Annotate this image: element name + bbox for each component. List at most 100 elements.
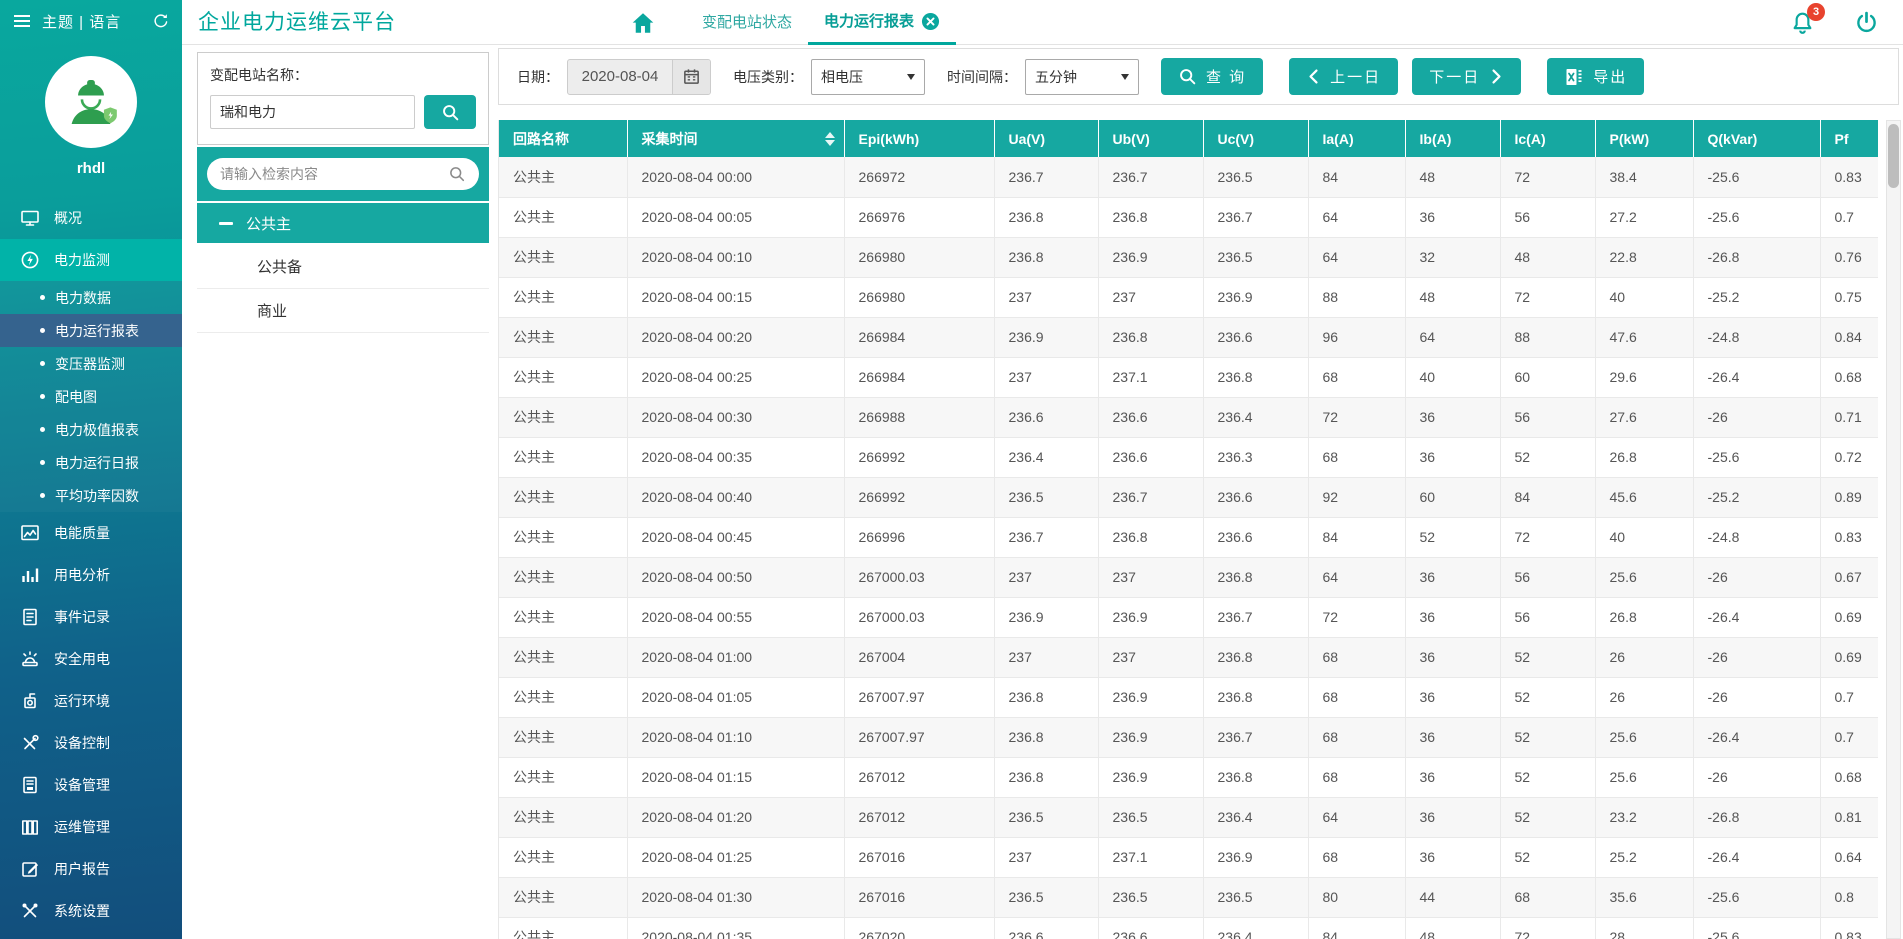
column-header-[interactable]: 采集时间 [627,120,844,157]
report-table: 回路名称采集时间Epi(kWh)Ua(V)Ub(V)Uc(V)Ia(A)Ib(A… [499,120,1878,939]
bell-icon[interactable]: 3 [1789,9,1816,36]
tab-power-report[interactable]: 电力运行报表 [808,0,956,45]
avatar[interactable] [45,56,137,148]
table-row[interactable]: 公共主2020-08-04 01:10267007.97236.8236.923… [499,717,1878,757]
sidebar-item-power-quality[interactable]: 电能质量 [0,512,182,554]
sidebar-item-electricity-analysis[interactable]: 用电分析 [0,554,182,596]
table-cell: 64 [1308,557,1405,597]
station-search-button[interactable] [424,95,476,129]
table-cell: 236.4 [1203,917,1308,939]
table-row[interactable]: 公共主2020-08-04 01:30267016236.5236.5236.5… [499,877,1878,917]
sidebar-item-transformer-monitoring[interactable]: 变压器监测 [0,347,182,380]
table-cell: 236.8 [1098,197,1203,237]
calendar-icon[interactable] [672,60,710,94]
table-cell: 0.68 [1820,757,1878,797]
table-row[interactable]: 公共主2020-08-04 01:20267012236.5236.5236.4… [499,797,1878,837]
table-row[interactable]: 公共主2020-08-04 01:35267020236.6236.6236.4… [499,917,1878,939]
tab-station-status[interactable]: 变配电站状态 [686,0,808,45]
table-row[interactable]: 公共主2020-08-04 00:30266988236.6236.6236.4… [499,397,1878,437]
export-button[interactable]: 导出 [1547,58,1644,95]
sidebar-item-power-report[interactable]: 电力运行报表 [0,314,182,347]
table-cell: 84 [1308,917,1405,939]
sidebar-item-power-data[interactable]: 电力数据 [0,281,182,314]
search-icon[interactable] [448,165,466,183]
sidebar-item-power-extreme-report[interactable]: 电力极值报表 [0,413,182,446]
table-row[interactable]: 公共主2020-08-04 00:50267000.03237237236.86… [499,557,1878,597]
close-tab-icon[interactable] [921,12,940,31]
tree-search-input[interactable] [220,166,440,182]
tab-bar: 变配电站状态 电力运行报表 [630,0,956,45]
tree-search-band [197,147,489,201]
sidebar-item-user-report[interactable]: 用户报告 [0,848,182,890]
sidebar-item-label: 概况 [54,208,82,228]
table-cell: 72 [1500,517,1595,557]
bars-icon [20,565,40,585]
table-row[interactable]: 公共主2020-08-04 00:45266996236.7236.8236.6… [499,517,1878,557]
table-row[interactable]: 公共主2020-08-04 01:05267007.97236.8236.923… [499,677,1878,717]
date-picker[interactable]: 2020-08-04 [567,59,711,95]
prev-day-button[interactable]: 上一日 [1289,58,1398,95]
table-cell: 236.8 [1098,517,1203,557]
station-name-input[interactable] [210,95,415,129]
table-cell: 40 [1595,517,1693,557]
query-button[interactable]: 查 询 [1161,58,1263,95]
scrollbar-thumb[interactable] [1888,124,1899,188]
bolt-icon [20,250,40,270]
voltage-type-select[interactable]: 相电压 [811,59,925,95]
sidebar-item-overview[interactable]: 概况 [0,197,182,239]
sidebar-item-system-settings[interactable]: 系统设置 [0,890,182,932]
table-row[interactable]: 公共主2020-08-04 01:25267016237237.1236.968… [499,837,1878,877]
table-cell: 52 [1500,437,1595,477]
chevron-right-icon [1489,68,1504,85]
table-cell: 267020 [844,917,994,939]
tree-node-public-main[interactable]: 公共主 [197,201,489,245]
table-cell: 267016 [844,877,994,917]
table-row[interactable]: 公共主2020-08-04 00:40266992236.5236.7236.6… [499,477,1878,517]
sidebar-item-device-control[interactable]: 设备控制 [0,722,182,764]
table-row[interactable]: 公共主2020-08-04 00:35266992236.4236.6236.3… [499,437,1878,477]
excel-icon [1564,67,1584,87]
table-cell: 68 [1500,877,1595,917]
tree-node-public-backup[interactable]: 公共备 [197,245,489,289]
table-cell: 公共主 [499,677,627,717]
table-row[interactable]: 公共主2020-08-04 00:05266976236.8236.8236.7… [499,197,1878,237]
theme-language-switch[interactable]: 主题 | 语言 [42,11,142,32]
sidebar-item-power-monitoring[interactable]: 电力监测 [0,239,182,281]
tree-node-commercial[interactable]: 商业 [197,289,489,333]
interval-select[interactable]: 五分钟 [1025,59,1139,95]
table-cell: 267007.97 [844,717,994,757]
sort-icon[interactable] [825,132,835,146]
table-row[interactable]: 公共主2020-08-04 00:25266984237237.1236.868… [499,357,1878,397]
home-icon[interactable] [630,10,656,36]
sidebar-item-safe-electricity[interactable]: 安全用电 [0,638,182,680]
table-row[interactable]: 公共主2020-08-04 00:15266980237237236.98848… [499,277,1878,317]
table-row[interactable]: 公共主2020-08-04 00:00266972236.7236.7236.5… [499,157,1878,197]
hamburger-icon[interactable] [12,11,32,31]
table-cell: 236.6 [994,397,1098,437]
table-scrollbar[interactable] [1886,120,1901,939]
sidebar-item-distribution-diagram[interactable]: 配电图 [0,380,182,413]
table-row[interactable]: 公共主2020-08-04 00:20266984236.9236.8236.6… [499,317,1878,357]
sidebar-item-event-log[interactable]: 事件记录 [0,596,182,638]
refresh-icon[interactable] [152,12,170,30]
collapse-icon[interactable] [219,222,233,225]
column-header-iaa: Ia(A) [1308,120,1405,157]
table-cell: 266988 [844,397,994,437]
power-off-icon[interactable] [1854,10,1879,35]
next-day-button[interactable]: 下一日 [1412,58,1521,95]
sidebar-item-ops-management[interactable]: 运维管理 [0,806,182,848]
sidebar-item-power-daily-report[interactable]: 电力运行日报 [0,446,182,479]
sidebar-item-avg-power-factor[interactable]: 平均功率因数 [0,479,182,512]
sidebar-item-label: 电力运行报表 [55,321,139,341]
table-row[interactable]: 公共主2020-08-04 00:55267000.03236.9236.923… [499,597,1878,637]
table-cell: 26.8 [1595,437,1693,477]
table-row[interactable]: 公共主2020-08-04 01:15267012236.8236.9236.8… [499,757,1878,797]
sidebar-item-device-management[interactable]: 设备管理 [0,764,182,806]
table-cell: 2020-08-04 00:15 [627,277,844,317]
table-row[interactable]: 公共主2020-08-04 01:00267004237237236.86836… [499,637,1878,677]
table-cell: 2020-08-04 00:05 [627,197,844,237]
sidebar-item-operating-environment[interactable]: 运行环境 [0,680,182,722]
table-cell: 公共主 [499,557,627,597]
table-cell: -25.6 [1693,917,1820,939]
table-row[interactable]: 公共主2020-08-04 00:10266980236.8236.9236.5… [499,237,1878,277]
